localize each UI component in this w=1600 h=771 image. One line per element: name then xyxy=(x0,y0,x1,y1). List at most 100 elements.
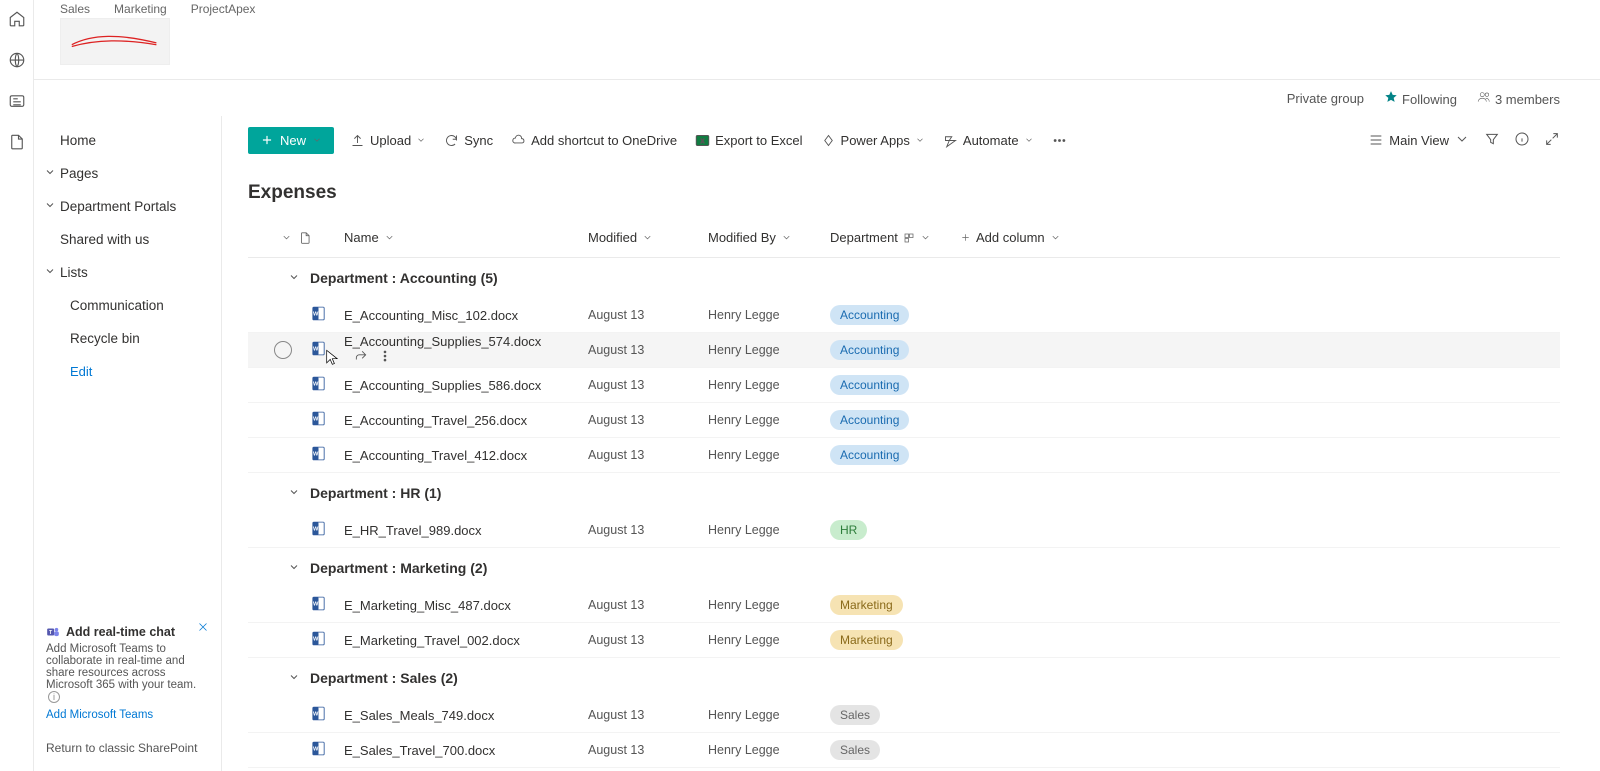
rail-news-icon[interactable] xyxy=(8,92,26,113)
file-name[interactable]: E_Sales_Travel_700.docx xyxy=(344,743,495,758)
group-privacy: Private group xyxy=(1287,91,1364,106)
file-name[interactable]: E_Accounting_Travel_412.docx xyxy=(344,448,527,463)
rail-files-icon[interactable] xyxy=(8,133,26,154)
filter-button[interactable] xyxy=(1484,131,1500,150)
header-tab-projectapex[interactable]: ProjectApex xyxy=(191,2,256,16)
nav-home[interactable]: Home xyxy=(34,124,221,157)
chevron-down-icon[interactable] xyxy=(288,560,300,576)
automate-button[interactable]: Automate xyxy=(941,129,1036,152)
modified-date: August 13 xyxy=(588,413,708,427)
rail-home-icon[interactable] xyxy=(8,10,26,31)
nav-edit-link[interactable]: Edit xyxy=(34,355,221,388)
promo-title: Add real-time chat xyxy=(66,625,175,639)
chevron-down-icon[interactable] xyxy=(288,670,300,686)
close-icon[interactable] xyxy=(197,621,209,636)
export-excel-button[interactable]: XExport to Excel xyxy=(693,129,804,152)
chevron-down-icon[interactable] xyxy=(288,270,300,286)
command-bar-right: Main View xyxy=(1368,120,1560,160)
group-header[interactable]: Department : Sales (2) xyxy=(248,658,1560,698)
file-name[interactable]: E_Sales_Meals_749.docx xyxy=(344,708,494,723)
modified-column-header[interactable]: Modified xyxy=(588,230,708,245)
view-selector[interactable]: Main View xyxy=(1368,131,1470,150)
site-logo[interactable] xyxy=(60,18,170,65)
file-type-icon: W xyxy=(298,445,338,465)
teams-promo: TAdd real-time chat Add Microsoft Teams … xyxy=(42,621,213,725)
table-row[interactable]: WE_Accounting_Supplies_574.docxAugust 13… xyxy=(248,333,1560,368)
modified-by: Henry Legge xyxy=(708,523,830,537)
command-bar: New Upload Sync Add shortcut to OneDrive… xyxy=(248,120,1560,160)
rail-globe-icon[interactable] xyxy=(8,51,26,72)
department-tag: HR xyxy=(830,520,867,540)
upload-button[interactable]: Upload xyxy=(348,129,428,152)
nav-recycle-bin[interactable]: Recycle bin xyxy=(34,322,221,355)
group-header[interactable]: Department : Accounting (5) xyxy=(248,258,1560,298)
chevron-down-icon xyxy=(44,199,56,214)
table-row[interactable]: WE_Marketing_Travel_002.docxAugust 13Hen… xyxy=(248,623,1560,658)
add-teams-link[interactable]: Add Microsoft Teams xyxy=(46,709,209,721)
table-row[interactable]: WE_Accounting_Supplies_586.docxAugust 13… xyxy=(248,368,1560,403)
group-header[interactable]: Department : HR (1) xyxy=(248,473,1560,513)
nav-communication[interactable]: Communication xyxy=(34,289,221,322)
select-circle[interactable] xyxy=(274,341,292,359)
new-button[interactable]: New xyxy=(248,127,334,154)
file-name[interactable]: E_HR_Travel_989.docx xyxy=(344,523,482,538)
table-row[interactable]: WE_Accounting_Travel_412.docxAugust 13He… xyxy=(248,438,1560,473)
table-row[interactable]: WE_Sales_Travel_700.docxAugust 13Henry L… xyxy=(248,733,1560,768)
department-tag: Sales xyxy=(830,705,880,725)
table-row[interactable]: WE_Accounting_Misc_102.docxAugust 13Henr… xyxy=(248,298,1560,333)
table-row[interactable]: WE_Sales_Meals_749.docxAugust 13Henry Le… xyxy=(248,698,1560,733)
department-tag: Marketing xyxy=(830,630,903,650)
app-rail xyxy=(0,0,34,771)
file-name[interactable]: E_Accounting_Travel_256.docx xyxy=(344,413,527,428)
ellipsis-icon xyxy=(1052,133,1067,148)
file-name[interactable]: E_Accounting_Supplies_574.docx xyxy=(344,334,541,349)
svg-text:W: W xyxy=(312,747,318,753)
modified-date: August 13 xyxy=(588,598,708,612)
group-header[interactable]: Department : Marketing (2) xyxy=(248,548,1560,588)
info-icon[interactable]: i xyxy=(48,691,60,703)
plus-icon xyxy=(260,133,274,147)
file-name[interactable]: E_Marketing_Misc_487.docx xyxy=(344,598,511,613)
expand-icon xyxy=(1544,131,1560,147)
file-name[interactable]: E_Accounting_Supplies_586.docx xyxy=(344,378,541,393)
department-column-header[interactable]: Department xyxy=(830,230,960,245)
table-row[interactable]: WE_Marketing_Misc_487.docxAugust 13Henry… xyxy=(248,588,1560,623)
file-name[interactable]: E_Accounting_Misc_102.docx xyxy=(344,308,518,323)
type-icon-column[interactable] xyxy=(298,231,338,245)
following-toggle[interactable]: Following xyxy=(1384,90,1457,107)
select-all-column[interactable] xyxy=(248,232,298,243)
sync-button[interactable]: Sync xyxy=(442,129,495,152)
power-apps-button[interactable]: Power Apps xyxy=(819,129,927,152)
table-row[interactable]: WE_HR_Travel_989.docxAugust 13Henry Legg… xyxy=(248,513,1560,548)
table-row[interactable]: WE_Accounting_Travel_256.docxAugust 13He… xyxy=(248,403,1560,438)
automate-icon xyxy=(943,133,958,148)
modified-by-column-header[interactable]: Modified By xyxy=(708,230,830,245)
chevron-down-icon xyxy=(312,133,322,148)
svg-text:W: W xyxy=(312,417,318,423)
modified-by: Henry Legge xyxy=(708,343,830,357)
add-column-button[interactable]: Add column xyxy=(960,230,1100,245)
members-link[interactable]: 3 members xyxy=(1477,90,1560,107)
chevron-down-icon[interactable] xyxy=(288,485,300,501)
list-area: Name Modified Modified By Department Add… xyxy=(248,218,1560,771)
more-icon[interactable] xyxy=(378,349,392,363)
nav-lists[interactable]: Lists xyxy=(34,256,221,289)
file-name[interactable]: E_Marketing_Travel_002.docx xyxy=(344,633,520,648)
chevron-down-icon xyxy=(44,265,56,280)
header-tab-marketing[interactable]: Marketing xyxy=(114,2,167,16)
header-tab-sales[interactable]: Sales xyxy=(60,2,90,16)
header-tabs: Sales Marketing ProjectApex xyxy=(60,2,255,16)
modified-by: Henry Legge xyxy=(708,598,830,612)
chevron-down-icon xyxy=(915,133,925,148)
nav-pages[interactable]: Pages xyxy=(34,157,221,190)
share-icon[interactable] xyxy=(354,349,368,363)
expand-button[interactable] xyxy=(1544,131,1560,150)
classic-sharepoint-link[interactable]: Return to classic SharePoint xyxy=(46,741,197,755)
info-button[interactable] xyxy=(1514,131,1530,150)
modified-by: Henry Legge xyxy=(708,708,830,722)
add-shortcut-button[interactable]: Add shortcut to OneDrive xyxy=(509,129,679,152)
nav-shared-with-us[interactable]: Shared with us xyxy=(34,223,221,256)
more-actions[interactable] xyxy=(1050,129,1069,152)
name-column-header[interactable]: Name xyxy=(338,230,588,245)
nav-department-portals[interactable]: Department Portals xyxy=(34,190,221,223)
